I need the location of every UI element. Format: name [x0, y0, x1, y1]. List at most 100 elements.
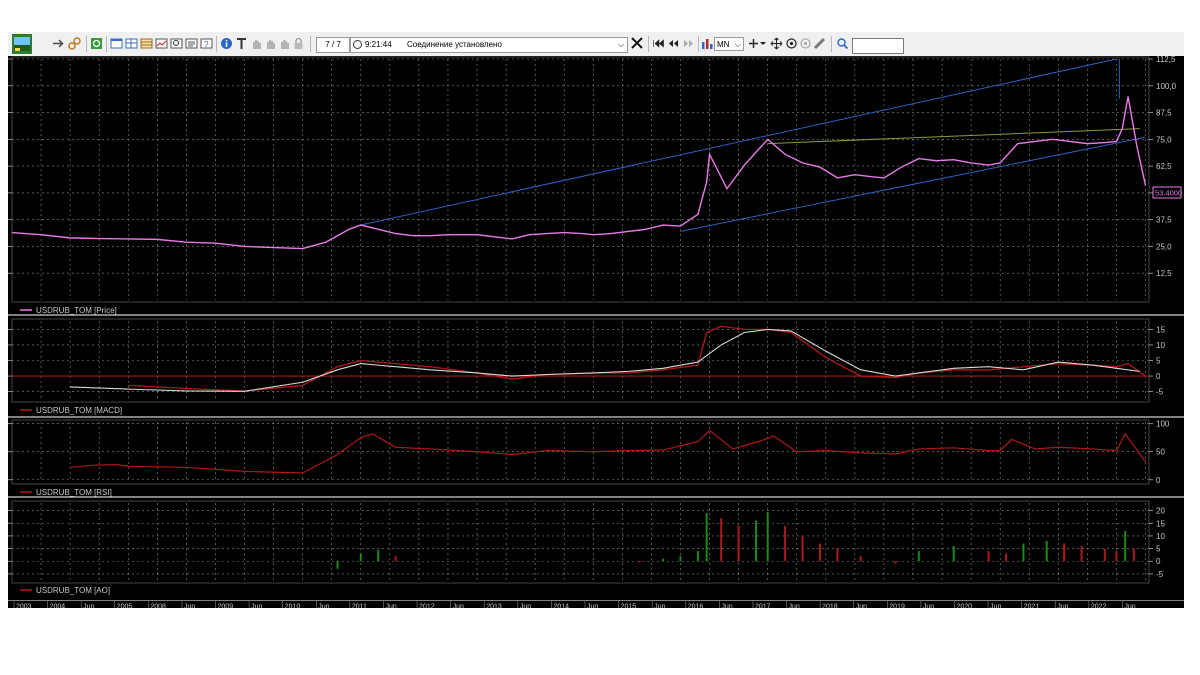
- toolbar-divider: [106, 36, 107, 52]
- chevron-down-icon[interactable]: ⌵: [618, 38, 624, 52]
- time-axis-label: 2011: [352, 604, 367, 609]
- time-axis-label: Jun: [318, 604, 329, 609]
- macd-legend: USDRUB_TOM [MACD]: [36, 406, 122, 415]
- grid-window-icon[interactable]: [140, 37, 153, 50]
- properties-icon[interactable]: [185, 37, 198, 50]
- scroll-back-icon[interactable]: [667, 37, 680, 50]
- chevron-down-icon[interactable]: [759, 37, 767, 50]
- window-icon[interactable]: [110, 37, 123, 50]
- close-icon[interactable]: [630, 36, 644, 50]
- hand-tool-3-icon[interactable]: [278, 37, 291, 50]
- link-icon[interactable]: [68, 37, 81, 50]
- time-axis-label: 2014: [553, 604, 569, 609]
- time-axis-label: 2022: [1091, 604, 1107, 609]
- price-axis-label: 37,5: [1156, 216, 1172, 225]
- time-axis-label: Jun: [1057, 604, 1068, 609]
- toolbar: ? 7 / 7 9:21:44 Соединение установлено ⌵…: [8, 32, 1184, 56]
- time-axis-label: Jun: [856, 604, 867, 609]
- help-icon[interactable]: ?: [200, 37, 213, 50]
- bar-chart-icon[interactable]: [701, 37, 714, 50]
- status-message: Соединение установлено: [407, 40, 502, 49]
- hand-tool-2-icon[interactable]: [264, 37, 277, 50]
- chart-canvas[interactable]: 112,5100,087,575,062,550,037,525,012,515…: [8, 55, 1184, 611]
- time-axis-label: 2005: [117, 604, 133, 609]
- time-axis-label: Jun: [721, 604, 732, 609]
- status-time: 9:21:44: [365, 40, 392, 49]
- svg-text:?: ?: [204, 40, 209, 49]
- time-axis-label: Jun: [923, 604, 934, 609]
- price-axis-label: 25,0: [1156, 242, 1172, 251]
- chevron-down-icon[interactable]: ⌵: [735, 38, 741, 52]
- time-axis-label: 2015: [621, 604, 637, 609]
- price-axis-label: 12,5: [1156, 269, 1172, 278]
- time-axis-label: 2009: [218, 604, 234, 609]
- counter-box: 7 / 7: [316, 37, 350, 53]
- price-axis-label: 100,0: [1156, 82, 1177, 91]
- chart-window-icon[interactable]: [155, 37, 168, 50]
- hand-tool-icon[interactable]: [250, 37, 263, 50]
- macd-axis-label: 10: [1156, 341, 1165, 350]
- interval-select[interactable]: MN ⌵: [714, 37, 744, 51]
- chart-background: [8, 56, 1184, 608]
- table-icon[interactable]: [125, 37, 138, 50]
- toolbar-divider: [831, 36, 832, 52]
- ao-axis-label: 10: [1156, 532, 1165, 541]
- text-tool-icon[interactable]: [235, 37, 248, 50]
- ao-axis-label: 15: [1156, 519, 1165, 528]
- time-axis-label: Jun: [990, 604, 1001, 609]
- time-axis-label: 2003: [16, 604, 32, 609]
- time-axis-label: Jun: [184, 604, 195, 609]
- last-price-value: 53.4000: [1155, 189, 1182, 198]
- time-axis-label: Jun: [654, 604, 665, 609]
- price-axis-label: 87,5: [1156, 109, 1172, 118]
- scroll-to-start-icon[interactable]: [652, 37, 665, 50]
- connection-status[interactable]: 9:21:44 Соединение установлено ⌵: [350, 37, 628, 53]
- time-axis-label: Jun: [453, 604, 464, 609]
- time-axis-label: Jun: [385, 604, 396, 609]
- time-axis-label: 2013: [486, 604, 502, 609]
- time-axis-label: 2020: [956, 604, 972, 609]
- time-axis-label: Jun: [789, 604, 800, 609]
- time-axis-label: Jun: [1124, 604, 1135, 609]
- lock-icon[interactable]: [292, 37, 305, 50]
- ao-axis-label: -5: [1156, 570, 1164, 579]
- scroll-forward-icon[interactable]: [682, 37, 695, 50]
- time-axis-label: 2017: [755, 604, 771, 609]
- search-input[interactable]: [852, 38, 904, 54]
- rsi-axis-label: 100: [1156, 420, 1170, 429]
- info-icon[interactable]: [220, 37, 233, 50]
- refresh-icon[interactable]: [90, 37, 103, 50]
- chart-area[interactable]: 112,5100,087,575,062,550,037,525,012,515…: [8, 55, 1184, 613]
- time-axis-label: Jun: [83, 604, 94, 609]
- move-icon[interactable]: [770, 37, 783, 50]
- time-axis-label: 2004: [50, 604, 66, 609]
- toolbar-divider: [648, 36, 649, 52]
- search-window-icon[interactable]: [170, 37, 183, 50]
- toolbar-divider: [86, 36, 87, 52]
- macd-axis-label: 5: [1156, 357, 1161, 366]
- app-logo-icon: [12, 34, 32, 54]
- time-axis-label: 2018: [822, 604, 838, 609]
- price-legend: USDRUB_TOM [Price]: [36, 306, 117, 315]
- rsi-axis-label: 0: [1156, 476, 1161, 485]
- time-axis-label: 2016: [688, 604, 704, 609]
- ao-axis-label: 0: [1156, 557, 1161, 566]
- target-disabled-icon[interactable]: [799, 37, 812, 50]
- rsi-legend: USDRUB_TOM [RSI]: [36, 488, 112, 497]
- toolbar-divider: [698, 36, 699, 52]
- search-icon[interactable]: [836, 37, 849, 50]
- arrow-right-icon[interactable]: [52, 37, 65, 50]
- time-axis-label: 2008: [150, 604, 166, 609]
- ao-legend: USDRUB_TOM [AO]: [36, 586, 110, 595]
- ruler-icon[interactable]: [813, 37, 826, 50]
- time-axis-label: 2012: [419, 604, 435, 609]
- time-axis-label: Jun: [251, 604, 262, 609]
- price-axis-label: 112,5: [1156, 56, 1176, 64]
- ao-axis-label: 5: [1156, 545, 1161, 554]
- price-axis-label: 62,5: [1156, 162, 1172, 171]
- price-axis-label: 75,0: [1156, 135, 1172, 144]
- target-icon[interactable]: [785, 37, 798, 50]
- macd-axis-label: 0: [1156, 372, 1161, 381]
- macd-axis-label: 15: [1156, 325, 1165, 334]
- rsi-axis-label: 50: [1156, 448, 1165, 457]
